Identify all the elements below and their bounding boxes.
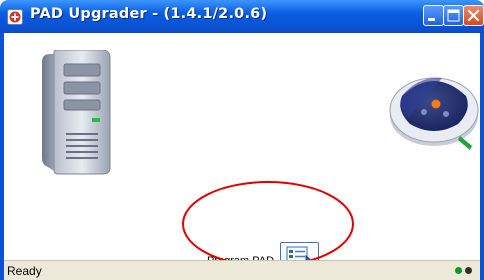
minimize-button[interactable] (423, 5, 444, 26)
app-icon[interactable] (7, 9, 23, 25)
title-bar[interactable]: PAD Upgrader - (1.4.1/2.0.6) (0, 0, 484, 33)
main-panel: Program PAD (4, 33, 480, 278)
defibrillator-device-icon (389, 77, 479, 150)
close-button[interactable] (463, 5, 484, 26)
minimize-icon (428, 18, 435, 21)
maximize-button[interactable] (443, 5, 464, 26)
maximize-icon (447, 9, 460, 22)
annotation-ellipse (182, 181, 354, 267)
status-indicator-green-icon (455, 267, 462, 274)
status-bar: Ready (4, 260, 480, 280)
close-icon (467, 9, 480, 22)
window-title: PAD Upgrader - (1.4.1/2.0.6) (30, 6, 268, 22)
status-text: Ready (7, 264, 42, 278)
app-window: PAD Upgrader - (1.4.1/2.0.6) Ready (0, 0, 484, 280)
status-indicator-dark-icon (465, 267, 472, 274)
window-border-right (480, 33, 484, 280)
computer-tower-icon (42, 50, 111, 175)
